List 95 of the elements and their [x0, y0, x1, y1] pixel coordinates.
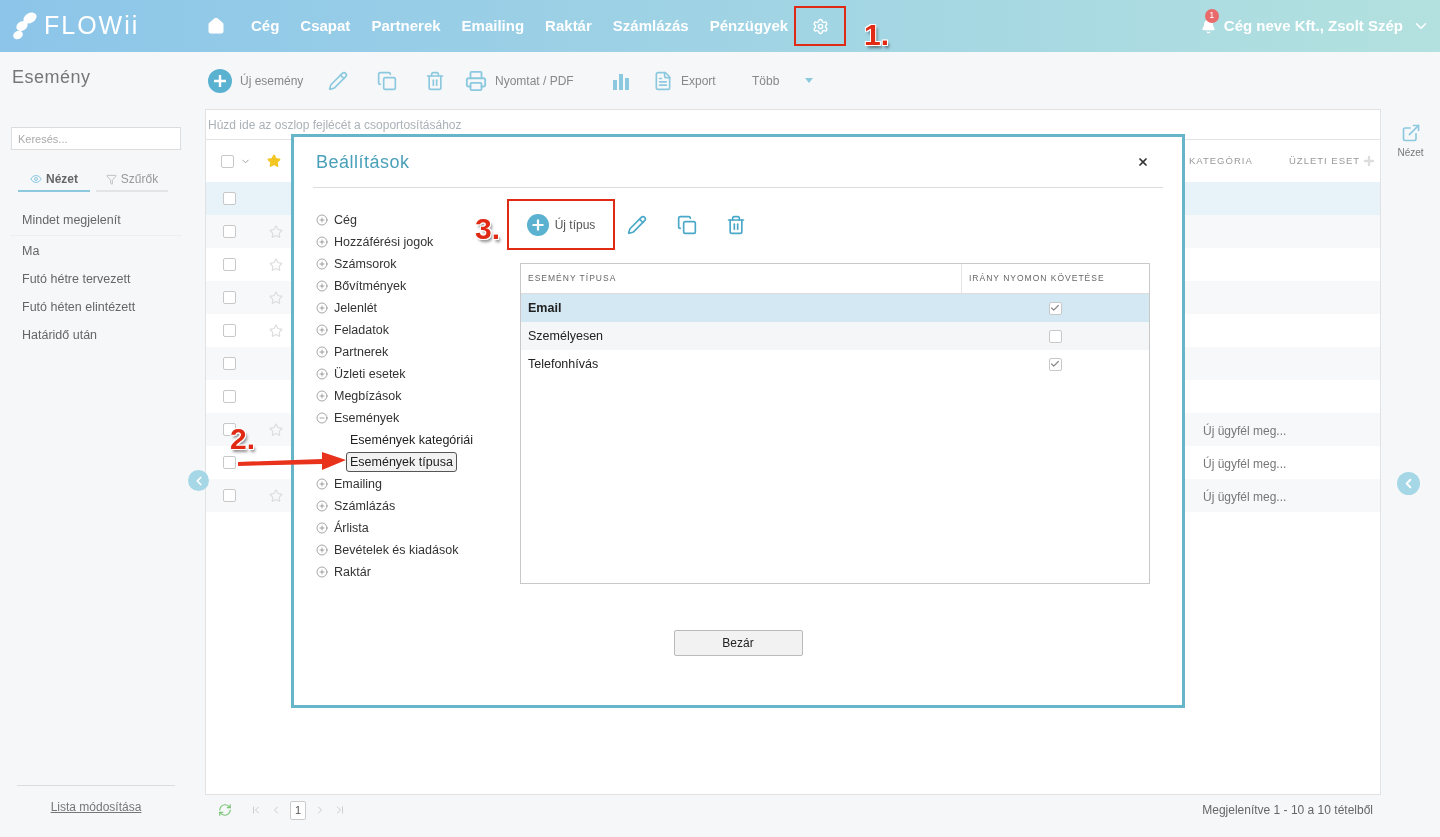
pencil-icon	[328, 70, 348, 91]
tracking-checkbox[interactable]	[1048, 329, 1062, 343]
star-icon[interactable]	[269, 224, 283, 239]
tree-item[interactable]: Partnerek	[316, 341, 389, 363]
more-dropdown[interactable]: Több	[752, 62, 822, 99]
home-icon[interactable]	[207, 17, 225, 35]
add-column-icon[interactable]	[1362, 154, 1376, 168]
trash-icon	[425, 70, 445, 91]
tree-item[interactable]: Árlista	[316, 517, 369, 539]
row-checkbox[interactable]	[223, 357, 236, 370]
pencil-icon[interactable]	[627, 214, 647, 235]
row-checkbox[interactable]	[223, 324, 236, 337]
export-button[interactable]: Export	[653, 62, 752, 99]
tree-item[interactable]: Üzleti esetek	[316, 363, 406, 385]
view-tab[interactable]: Nézet	[18, 168, 90, 192]
add-icon	[526, 213, 549, 236]
step-number: 1.	[864, 20, 890, 50]
tree-item[interactable]: Hozzáférési jogok	[316, 231, 434, 253]
tree-item[interactable]: Számsorok	[316, 253, 397, 275]
edit-list-link[interactable]: Lista módosítása	[50, 797, 142, 816]
view-list-item[interactable]: Futó héten elintézett	[10, 293, 182, 321]
star-icon[interactable]	[269, 323, 283, 338]
table-cell: Új ügyfél meg...	[1203, 489, 1287, 504]
filter-icon	[105, 173, 117, 185]
star-icon[interactable]	[269, 290, 283, 305]
select-all-checkbox[interactable]	[221, 154, 234, 168]
view-list-item[interactable]: Futó hétre tervezett	[10, 265, 182, 293]
document-icon	[653, 70, 673, 91]
search-field[interactable]: Keresés...	[11, 127, 181, 150]
row-checkbox[interactable]	[223, 258, 236, 271]
group-hint: Húzd ide az oszlop fejlécét a csoportosításához	[208, 116, 462, 134]
step-number: 2.	[230, 424, 256, 454]
tree-item[interactable]: Megbízások	[316, 385, 402, 407]
caret-icon	[805, 78, 814, 83]
tree-item[interactable]: Bevételek és kiadások	[316, 539, 459, 561]
external-link-icon	[1400, 123, 1421, 143]
star-icon[interactable]	[269, 422, 283, 437]
tree-item[interactable]: Feladatok	[316, 319, 389, 341]
row-checkbox[interactable]	[223, 489, 236, 502]
table-cell: Új ügyfél meg...	[1203, 456, 1287, 471]
row-checkbox[interactable]	[223, 291, 236, 304]
view-button[interactable]: Nézet	[1397, 123, 1424, 160]
copy-icon	[377, 70, 397, 91]
tracking-checkbox[interactable]	[1048, 301, 1062, 315]
logo-drops-icon	[12, 11, 38, 41]
table-row[interactable]: Személyesen	[521, 322, 1149, 350]
notification-badge: 1	[1204, 8, 1219, 23]
settings-icon[interactable]	[811, 17, 829, 35]
table-cell-text: Email	[527, 299, 563, 317]
row-checkbox[interactable]	[223, 456, 236, 469]
column-header[interactable]: ESEMÉNY TÍPUSA	[521, 264, 962, 293]
printer-icon	[465, 69, 487, 92]
trash-icon[interactable]	[726, 214, 746, 235]
bar-chart-icon	[612, 71, 630, 90]
table-cell: Új ügyfél meg...	[1203, 423, 1287, 438]
close-button[interactable]: Bezár	[673, 630, 803, 656]
star-icon[interactable]	[269, 488, 283, 503]
collapse-panel-button[interactable]	[1397, 472, 1420, 495]
pager-summary: Megjelenítve 1 - 10 a 10 tételből	[1202, 802, 1373, 819]
page-title: Esemény	[11, 66, 92, 89]
table-cell-text: Telefonhívás	[527, 355, 600, 373]
new-type-button[interactable]: Új típus	[522, 208, 600, 241]
tree-item[interactable]: Cég	[316, 209, 357, 231]
tree-item[interactable]: Bővítmények	[316, 275, 407, 297]
last-page-icon[interactable]	[334, 804, 346, 816]
add-icon	[208, 68, 232, 93]
tree-item[interactable]: Emailing	[316, 473, 382, 495]
row-checkbox[interactable]	[223, 225, 236, 238]
star-icon[interactable]	[267, 154, 281, 168]
copy-icon[interactable]	[677, 214, 697, 235]
view-list-item[interactable]: Határidő után	[10, 321, 182, 349]
view-list-item[interactable]: Ma	[10, 237, 182, 265]
table-row[interactable]: Email	[521, 294, 1149, 322]
print-button[interactable]: Nyomtat / PDF	[465, 62, 612, 99]
row-checkbox[interactable]	[223, 390, 236, 403]
tree-item[interactable]: Jelenlét	[316, 297, 378, 319]
tree-item[interactable]: Események típusa	[346, 452, 457, 472]
close-icon[interactable]	[1137, 156, 1149, 168]
dialog-title: Beállítások	[316, 150, 410, 174]
page-number[interactable]: 1	[290, 800, 306, 820]
tree-item[interactable]: Raktár	[316, 561, 371, 583]
step-number: 3.	[475, 214, 501, 244]
table-cell-text: Személyesen	[527, 327, 605, 345]
tracking-checkbox[interactable]	[1048, 357, 1062, 371]
row-checkbox[interactable]	[223, 192, 236, 205]
star-icon[interactable]	[269, 257, 283, 272]
tree-item[interactable]: Események kategóriái	[346, 430, 477, 450]
add-button[interactable]: Új esemény	[208, 62, 328, 99]
column-header[interactable]: IRÁNY NYOMON KÖVETÉSE	[962, 272, 1105, 285]
collapse-sidebar-button[interactable]	[188, 470, 209, 491]
first-page-icon[interactable]	[250, 804, 262, 816]
tree-item[interactable]: Számlázás	[316, 495, 396, 517]
refresh-icon[interactable]	[218, 803, 232, 817]
tree-item[interactable]: Események	[316, 407, 400, 429]
eye-icon	[30, 173, 42, 185]
